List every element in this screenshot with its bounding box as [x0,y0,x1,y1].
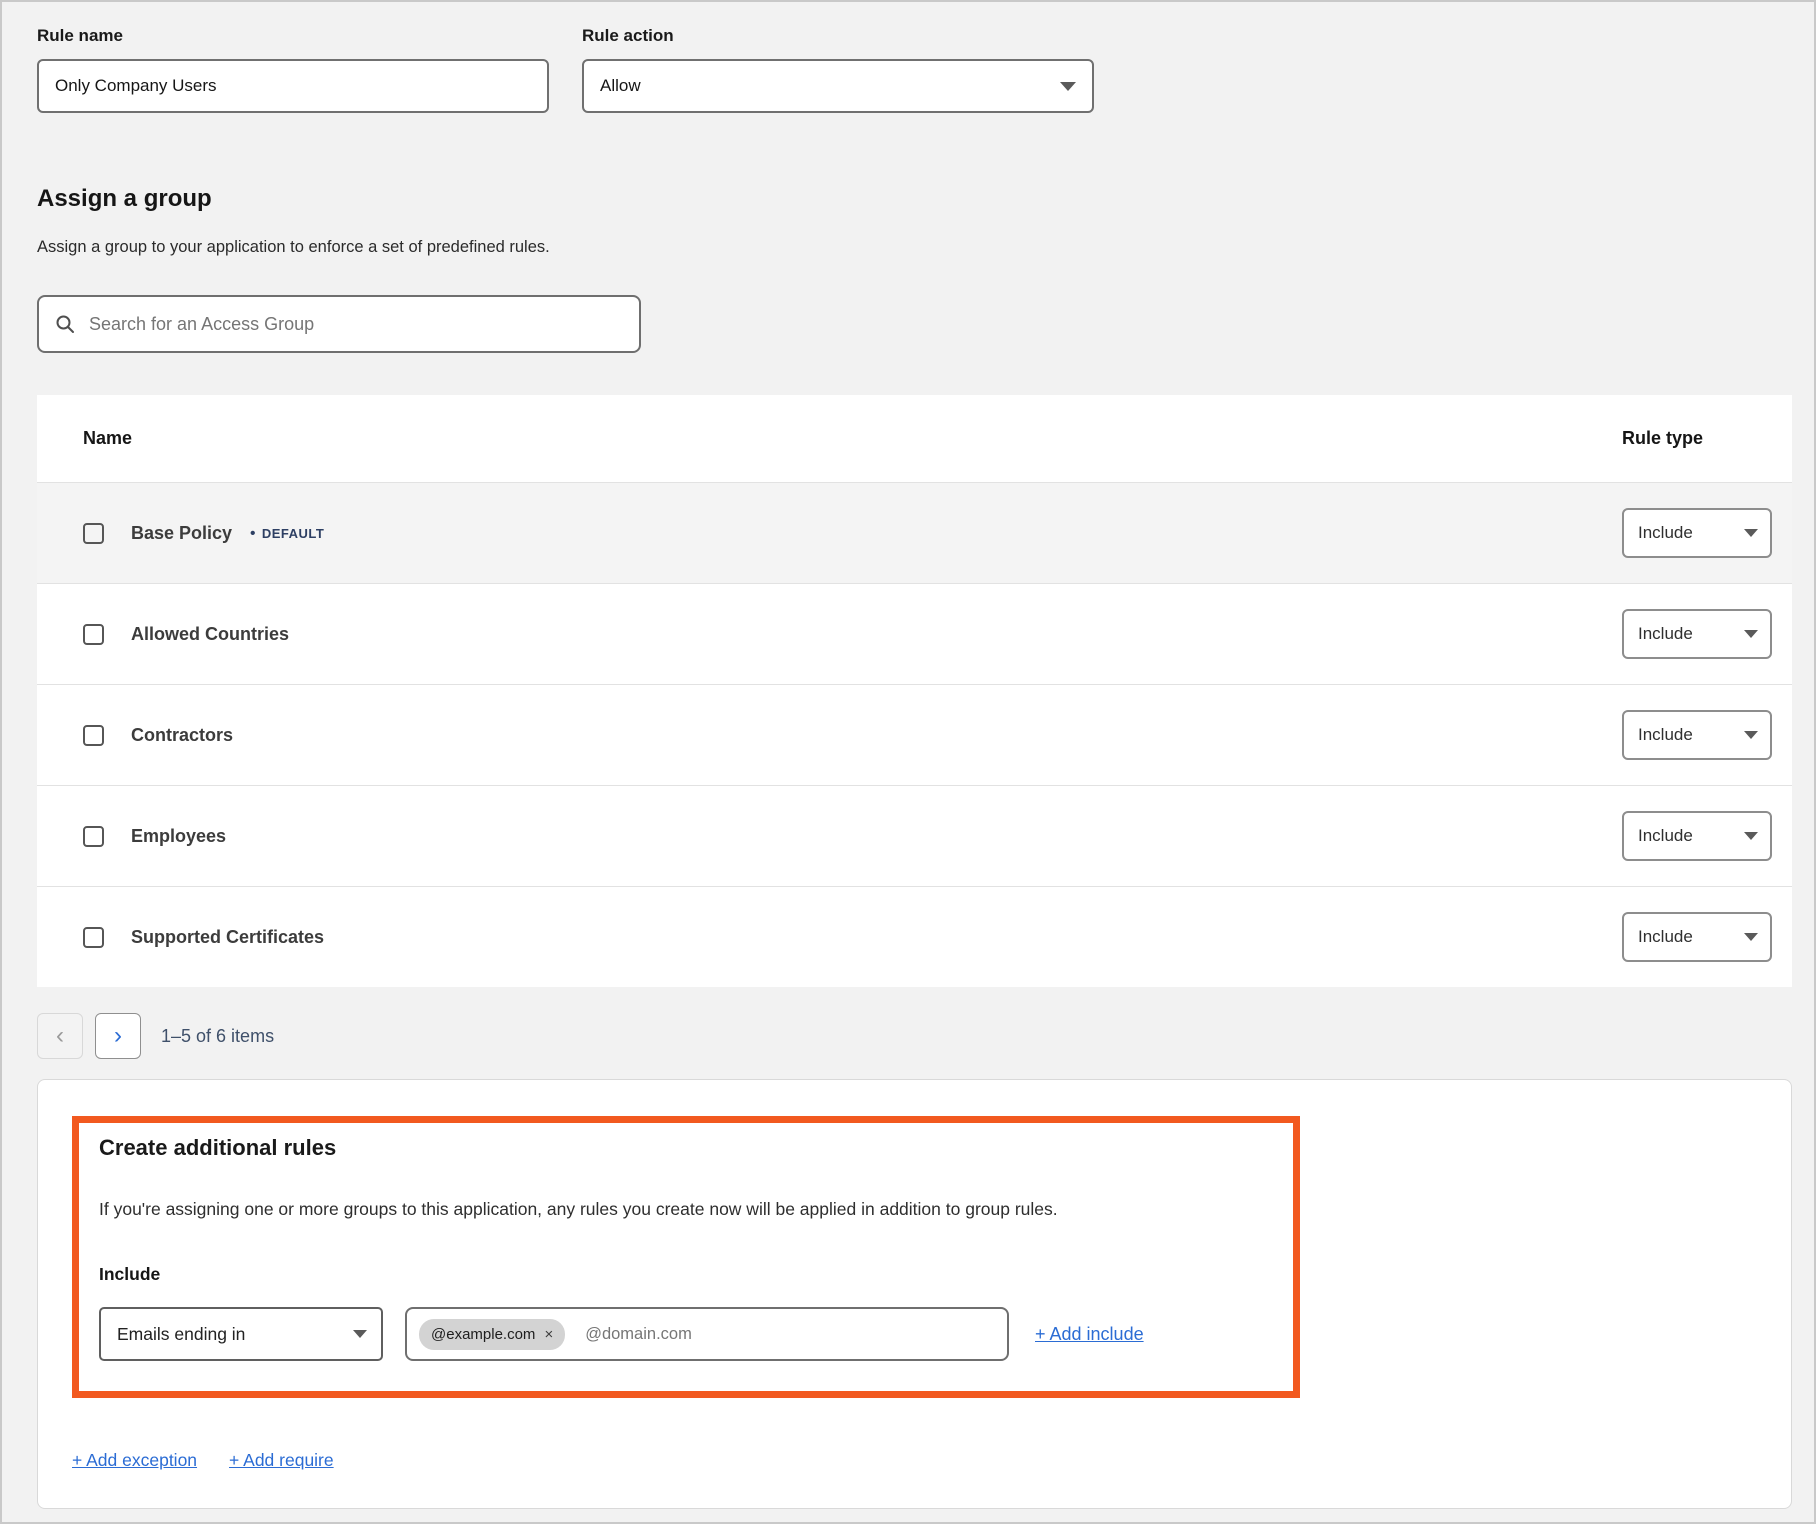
chevron-down-icon [1060,82,1076,91]
email-domain-chip: @example.com × [419,1319,565,1350]
include-rule-row: Emails ending in @example.com × + Add in… [99,1307,1265,1361]
group-name: Base Policy [131,523,232,544]
rule-action-label: Rule action [582,26,1094,46]
chevron-down-icon [1744,933,1758,941]
group-name: Allowed Countries [131,624,289,645]
rule-type-dropdown[interactable]: Include [1622,710,1772,760]
rule-type-dropdown[interactable]: Include [1622,912,1772,962]
rule-criteria-value: Emails ending in [117,1324,245,1345]
group-name: Employees [131,826,226,847]
add-include-link[interactable]: + Add include [1035,1324,1144,1345]
access-rule-page: Rule name Rule action Allow Assign a gro… [2,2,1814,1509]
table-row-employees: Employees Include [37,785,1792,886]
row-name-cell: Contractors [37,725,1622,746]
email-domain-tag-input[interactable]: @example.com × [405,1307,1009,1361]
remove-chip-icon[interactable]: × [544,1326,553,1343]
rule-criteria-select[interactable]: Emails ending in [99,1307,383,1361]
row-name-cell: Base Policy • DEFAULT [37,523,1622,544]
badge-text: DEFAULT [262,526,324,541]
create-additional-rules-heading: Create additional rules [99,1135,1265,1161]
rule-action-field-group: Rule action Allow [582,26,1094,113]
chevron-right-icon: › [114,1022,122,1050]
row-checkbox[interactable] [83,523,104,544]
chevron-down-icon [353,1330,367,1338]
row-checkbox[interactable] [83,624,104,645]
assign-group-heading: Assign a group [37,185,1788,213]
highlighted-region: Create additional rules If you're assign… [72,1116,1300,1398]
rule-type-value: Include [1638,927,1693,947]
table-row-contractors: Contractors Include [37,684,1792,785]
rule-name-input[interactable] [37,59,549,113]
row-checkbox[interactable] [83,826,104,847]
default-badge: • DEFAULT [250,525,324,542]
rule-name-label: Rule name [37,26,549,46]
include-section-label: Include [99,1264,1265,1285]
search-input[interactable] [89,314,623,335]
table-row-allowed-countries: Allowed Countries Include [37,583,1792,684]
pagination-summary: 1–5 of 6 items [161,1026,274,1047]
chevron-down-icon [1744,529,1758,537]
table-header-row: Name Rule type [37,395,1792,482]
rule-type-value: Include [1638,624,1693,644]
row-name-cell: Supported Certificates [37,927,1622,948]
email-domain-input[interactable] [585,1325,995,1344]
row-ruletype-cell: Include [1622,609,1792,659]
create-additional-rules-description: If you're assigning one or more groups t… [99,1199,1265,1220]
previous-page-button[interactable]: ‹ [37,1013,83,1059]
assign-group-description: Assign a group to your application to en… [37,238,1788,257]
row-checkbox[interactable] [83,725,104,746]
chevron-down-icon [1744,630,1758,638]
rule-name-field-group: Rule name [37,26,549,113]
ruletype-column-header: Rule type [1622,428,1703,448]
chevron-left-icon: ‹ [56,1022,64,1050]
name-column-header-cell: Name [37,428,1622,449]
rule-type-value: Include [1638,725,1693,745]
name-column-header: Name [83,428,132,449]
group-name: Supported Certificates [131,927,324,948]
chevron-down-icon [1744,731,1758,739]
rule-form: Rule name Rule action Allow [37,26,1788,113]
row-checkbox[interactable] [83,927,104,948]
additional-rules-card: Create additional rules If you're assign… [37,1079,1792,1509]
access-group-search[interactable] [37,295,641,353]
search-icon [55,314,75,334]
rule-action-value: Allow [600,76,641,96]
rule-type-dropdown[interactable]: Include [1622,508,1772,558]
next-page-button[interactable]: › [95,1013,141,1059]
badge-dot: • [250,525,256,542]
add-require-link[interactable]: + Add require [229,1450,334,1471]
table-row-base-policy: Base Policy • DEFAULT Include [37,482,1792,583]
rule-type-value: Include [1638,523,1693,543]
rule-action-select[interactable]: Allow [582,59,1094,113]
row-ruletype-cell: Include [1622,508,1792,558]
row-name-cell: Employees [37,826,1622,847]
rule-type-dropdown[interactable]: Include [1622,609,1772,659]
access-groups-table: Name Rule type Base Policy • DEFAULT Incl… [37,395,1792,987]
row-name-cell: Allowed Countries [37,624,1622,645]
ruletype-column-header-cell: Rule type [1622,428,1792,449]
group-name: Contractors [131,725,233,746]
row-ruletype-cell: Include [1622,912,1792,962]
rule-type-value: Include [1638,826,1693,846]
chip-label: @example.com [431,1326,535,1343]
rule-action-links: + Add exception + Add require [72,1450,1791,1471]
table-row-supported-certificates: Supported Certificates Include [37,886,1792,987]
add-exception-link[interactable]: + Add exception [72,1450,197,1471]
pagination: ‹ › 1–5 of 6 items [37,1013,1788,1059]
row-ruletype-cell: Include [1622,811,1792,861]
chevron-down-icon [1744,832,1758,840]
rule-type-dropdown[interactable]: Include [1622,811,1772,861]
row-ruletype-cell: Include [1622,710,1792,760]
